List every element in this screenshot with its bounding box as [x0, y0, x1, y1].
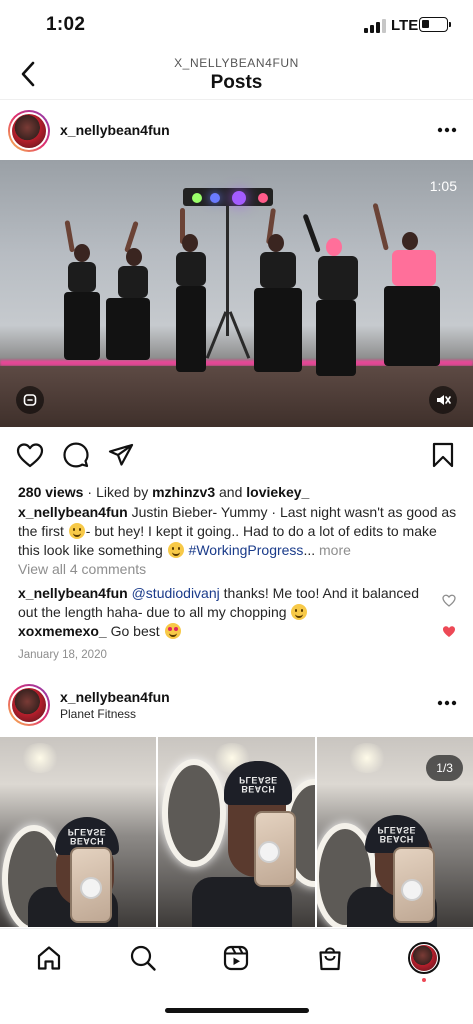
- comment-button[interactable]: [61, 440, 91, 470]
- post-username[interactable]: x_nellybean4fun: [60, 689, 170, 705]
- comment-item: xoxmemexo_ Go best: [18, 622, 428, 641]
- grin-emoji-icon: [167, 542, 184, 558]
- heart-icon: [442, 594, 456, 607]
- speaker-muted-icon: [437, 395, 451, 405]
- home-icon: [37, 946, 61, 970]
- post-video[interactable]: 1:05: [0, 160, 473, 427]
- post-date: January 18, 2020: [18, 649, 107, 661]
- home-indicator: [165, 1008, 309, 1013]
- paper-plane-icon: [108, 443, 134, 466]
- like-button[interactable]: [15, 440, 45, 470]
- ellipsis-icon: [437, 700, 457, 706]
- share-button[interactable]: [106, 440, 136, 470]
- bookmark-icon: [432, 442, 454, 468]
- liked-by-other[interactable]: loviekey_: [246, 484, 309, 500]
- tab-home[interactable]: [33, 942, 65, 974]
- liked-by-prefix: Liked by: [96, 484, 149, 500]
- video-duration: 1:05: [429, 178, 457, 194]
- grin-emoji-icon: [291, 604, 308, 620]
- avatar[interactable]: [8, 110, 50, 152]
- carousel-photo: BEACH PLEASE: [0, 737, 157, 927]
- post-photo-carousel[interactable]: BEACH PLEASE BEACH PLEASE BEACH PLEASE 1…: [0, 737, 473, 927]
- ellipsis-icon: [437, 127, 457, 133]
- reels-icon: [223, 945, 249, 971]
- carousel-photo: BEACH PLEASE 1/3: [316, 737, 473, 927]
- caption-username[interactable]: x_nellybean4fun: [18, 504, 128, 520]
- reels-badge: [16, 386, 44, 414]
- post-username[interactable]: x_nellybean4fun: [60, 122, 170, 138]
- post-caption: x_nellybean4fun Justin Bieber- Yummy · L…: [18, 503, 458, 560]
- notification-dot: [422, 978, 426, 982]
- comment-item: x_nellybean4fun @studiodivanj thanks! Me…: [18, 584, 428, 622]
- comment-like-button[interactable]: [441, 623, 457, 639]
- view-all-comments-link[interactable]: View all 4 comments: [18, 560, 458, 579]
- smirk-emoji-icon: [68, 523, 85, 539]
- heart-icon: [16, 443, 44, 468]
- status-time: 1:02: [46, 14, 86, 35]
- post-actions: [0, 432, 473, 478]
- comment-username[interactable]: xoxmemexo_: [18, 623, 107, 639]
- signal-icon: [364, 19, 386, 33]
- comment-mention[interactable]: @studiodivanj: [132, 585, 220, 601]
- shopping-bag-icon: [319, 947, 341, 971]
- post-options-button[interactable]: [435, 118, 459, 142]
- tab-shop[interactable]: [314, 942, 346, 974]
- save-button[interactable]: [428, 440, 458, 470]
- caption-hashtag[interactable]: #WorkingProgress: [189, 542, 304, 558]
- post-header: x_nellybean4fun Planet Fitness: [0, 675, 473, 733]
- caption-more-link[interactable]: more: [319, 542, 351, 558]
- post-likes: 280 views · Liked by mzhinzv3 and loviekey…: [18, 484, 310, 500]
- liked-by-user[interactable]: mzhinzv3: [152, 484, 215, 500]
- battery-icon: [419, 17, 451, 32]
- caption-ellipsis: ...: [303, 542, 316, 558]
- status-bar: 1:02 LTE: [0, 0, 473, 50]
- comment-username[interactable]: x_nellybean4fun: [18, 585, 128, 601]
- post-options-button[interactable]: [435, 691, 459, 715]
- carousel-counter: 1/3: [426, 755, 463, 781]
- search-icon: [130, 945, 156, 971]
- avatar: [411, 945, 437, 971]
- tab-search[interactable]: [127, 942, 159, 974]
- comment-like-button[interactable]: [441, 592, 457, 608]
- mute-button[interactable]: [429, 386, 457, 414]
- header-username: X_NELLYBEAN4FUN: [174, 56, 299, 70]
- carousel-photo: BEACH PLEASE: [158, 737, 315, 927]
- heart-eyes-emoji-icon: [164, 623, 181, 639]
- tab-profile[interactable]: [408, 942, 440, 974]
- page-header: X_NELLYBEAN4FUN Posts: [0, 50, 473, 100]
- page-title: Posts: [210, 72, 263, 93]
- heart-filled-icon: [443, 625, 455, 637]
- comment-text: Go best: [110, 623, 160, 639]
- liked-by-and: and: [219, 484, 243, 500]
- view-count[interactable]: 280 views: [18, 484, 83, 500]
- network-label: LTE: [391, 17, 419, 34]
- tab-reels[interactable]: [220, 942, 252, 974]
- comment-icon: [63, 442, 89, 468]
- avatar[interactable]: [8, 684, 50, 726]
- post-header: x_nellybean4fun: [0, 101, 473, 159]
- reels-icon: [23, 394, 37, 406]
- post-location[interactable]: Planet Fitness: [60, 707, 136, 721]
